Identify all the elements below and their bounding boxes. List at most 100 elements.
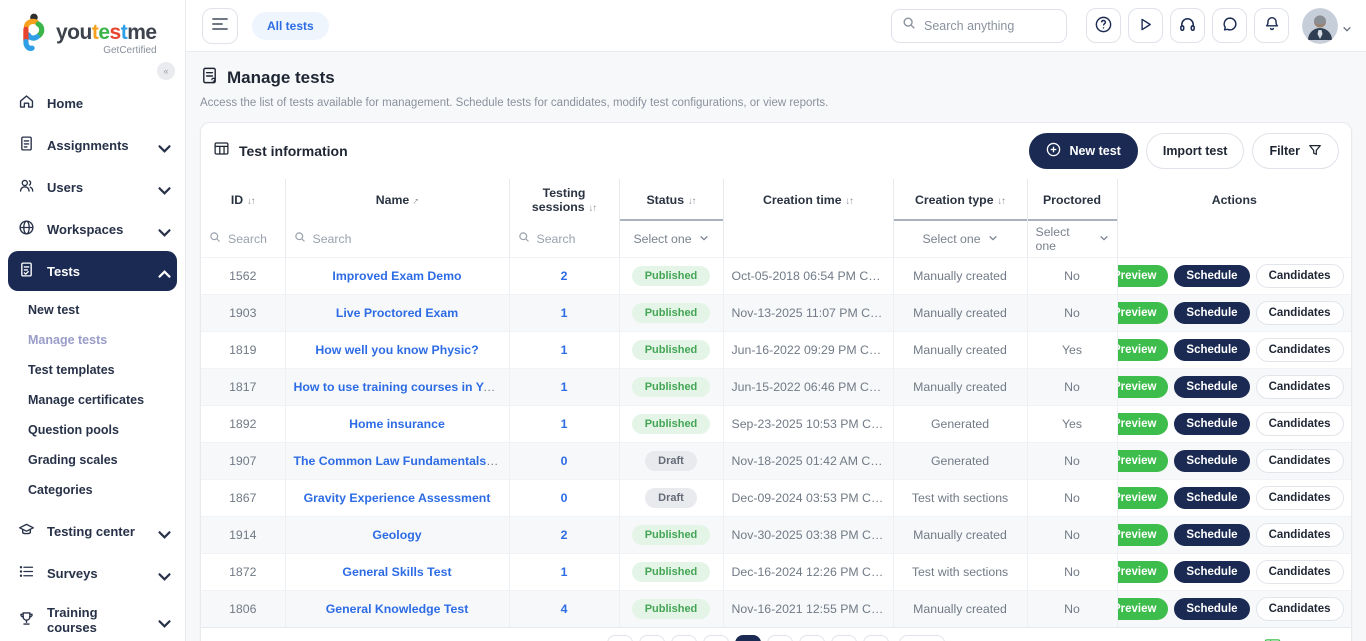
schedule-button[interactable]: Schedule: [1174, 450, 1250, 472]
column-header-name[interactable]: Name↑: [284, 179, 509, 221]
kebab-menu-button[interactable]: ⋮: [1350, 268, 1351, 285]
test-name-link[interactable]: How well you know Physic?: [315, 343, 478, 357]
new-test-button[interactable]: New test: [1029, 133, 1138, 169]
sidebar-item-surveys[interactable]: Surveys: [8, 553, 177, 593]
sidebar-subitem-manage-certificates[interactable]: Manage certificates: [0, 385, 185, 415]
brand-logo[interactable]: youtestme GetCertified: [0, 12, 185, 59]
first-page-button[interactable]: «: [607, 634, 634, 641]
kebab-menu-button[interactable]: ⋮: [1350, 490, 1351, 507]
preview-button[interactable]: Preview: [1118, 561, 1169, 583]
preview-button[interactable]: Preview: [1118, 339, 1169, 361]
previous-page-button[interactable]: ‹: [639, 634, 666, 641]
column-header-creation_time[interactable]: Creation time ↓↑: [722, 179, 893, 221]
import-test-button[interactable]: Import test: [1145, 133, 1245, 169]
schedule-button[interactable]: Schedule: [1174, 265, 1250, 287]
page-button-5[interactable]: 5: [799, 634, 826, 641]
sidebar-item-tests[interactable]: Tests: [8, 251, 177, 291]
preview-button[interactable]: Preview: [1118, 487, 1169, 509]
preview-button[interactable]: Preview: [1118, 413, 1169, 435]
filter-search-input-sessions[interactable]: [536, 232, 611, 246]
test-name-link[interactable]: How to use training courses in YouTestMe: [294, 380, 510, 394]
filter-select-status[interactable]: Select one: [628, 232, 715, 246]
sessions-count-link[interactable]: 1: [561, 380, 568, 394]
sessions-count-link[interactable]: 1: [561, 306, 568, 320]
page-button-3[interactable]: 3: [735, 634, 762, 641]
column-header-creation_type[interactable]: Creation type ↓↑: [892, 179, 1027, 221]
global-search-input[interactable]: [924, 18, 1056, 33]
sessions-count-link[interactable]: 1: [561, 565, 568, 579]
candidates-button[interactable]: Candidates: [1255, 301, 1344, 325]
sessions-count-link[interactable]: 0: [561, 454, 568, 468]
sessions-count-link[interactable]: 1: [561, 343, 568, 357]
kebab-menu-button[interactable]: ⋮: [1350, 416, 1351, 433]
kebab-menu-button[interactable]: ⋮: [1350, 527, 1351, 544]
schedule-button[interactable]: Schedule: [1174, 598, 1250, 620]
sessions-count-link[interactable]: 4: [561, 602, 568, 616]
candidates-button[interactable]: Candidates: [1255, 412, 1344, 436]
sessions-count-link[interactable]: 0: [561, 491, 568, 505]
next-page-button[interactable]: ›: [831, 634, 858, 641]
sidebar-subitem-manage-tests[interactable]: Manage tests: [0, 325, 185, 355]
notifications-button[interactable]: [1254, 8, 1289, 43]
page-button-2[interactable]: 2: [703, 634, 730, 641]
messages-button[interactable]: [1212, 8, 1247, 43]
sidebar-item-training-courses[interactable]: Training courses: [8, 595, 177, 641]
filter-search-input-id[interactable]: [228, 232, 277, 246]
preview-button[interactable]: Preview: [1118, 524, 1169, 546]
candidates-button[interactable]: Candidates: [1255, 523, 1344, 547]
test-name-link[interactable]: The Common Law Fundamentals Assess...: [294, 454, 510, 468]
sidebar-item-workspaces[interactable]: Workspaces: [8, 209, 177, 249]
schedule-button[interactable]: Schedule: [1174, 302, 1250, 324]
user-menu[interactable]: [1302, 7, 1352, 44]
global-search[interactable]: [891, 8, 1067, 43]
candidates-button[interactable]: Candidates: [1255, 264, 1344, 288]
kebab-menu-button[interactable]: ⋮: [1350, 342, 1351, 359]
test-name-link[interactable]: Live Proctored Exam: [336, 306, 458, 320]
sidebar-subitem-grading-scales[interactable]: Grading scales: [0, 445, 185, 475]
tutorial-button[interactable]: [1128, 8, 1163, 43]
sessions-count-link[interactable]: 1: [561, 417, 568, 431]
column-header-sessions[interactable]: Testing sessions ↓↑: [508, 179, 619, 221]
schedule-button[interactable]: Schedule: [1174, 376, 1250, 398]
kebab-menu-button[interactable]: ⋮: [1350, 453, 1351, 470]
preview-button[interactable]: Preview: [1118, 302, 1169, 324]
kebab-menu-button[interactable]: ⋮: [1350, 379, 1351, 396]
preview-button[interactable]: Preview: [1118, 376, 1169, 398]
test-name-link[interactable]: General Skills Test: [342, 565, 451, 579]
candidates-button[interactable]: Candidates: [1255, 375, 1344, 399]
schedule-button[interactable]: Schedule: [1174, 339, 1250, 361]
kebab-menu-button[interactable]: ⋮: [1350, 564, 1351, 581]
preview-button[interactable]: Preview: [1118, 450, 1169, 472]
sessions-count-link[interactable]: 2: [561, 528, 568, 542]
breadcrumb-all-tests[interactable]: All tests: [252, 11, 329, 40]
candidates-button[interactable]: Candidates: [1255, 560, 1344, 584]
column-header-id[interactable]: ID ↓↑: [201, 179, 285, 221]
sidebar-subitem-categories[interactable]: Categories: [0, 475, 185, 505]
last-page-button[interactable]: »: [863, 634, 890, 641]
test-name-link[interactable]: Geology: [372, 528, 421, 542]
preview-button[interactable]: Preview: [1118, 265, 1169, 287]
sidebar-subitem-new-test[interactable]: New test: [0, 295, 185, 325]
column-header-status[interactable]: Status ↓↑: [618, 179, 723, 221]
schedule-button[interactable]: Schedule: [1174, 561, 1250, 583]
candidates-button[interactable]: Candidates: [1255, 597, 1344, 621]
candidates-button[interactable]: Candidates: [1255, 449, 1344, 473]
sessions-count-link[interactable]: 2: [561, 269, 568, 283]
sidebar-item-home[interactable]: Home: [8, 83, 177, 123]
sidebar-subitem-test-templates[interactable]: Test templates: [0, 355, 185, 385]
filter-select-proctored[interactable]: Select one: [1036, 225, 1109, 253]
candidates-button[interactable]: Candidates: [1255, 338, 1344, 362]
test-name-link[interactable]: Home insurance: [349, 417, 445, 431]
filter-button[interactable]: Filter: [1252, 133, 1339, 169]
schedule-button[interactable]: Schedule: [1174, 487, 1250, 509]
filter-select-creation_type[interactable]: Select one: [902, 232, 1019, 246]
test-name-link[interactable]: Gravity Experience Assessment: [304, 491, 491, 505]
schedule-button[interactable]: Schedule: [1174, 524, 1250, 546]
sidebar-item-assignments[interactable]: Assignments: [8, 125, 177, 165]
support-button[interactable]: [1170, 8, 1205, 43]
sidebar-subitem-question-pools[interactable]: Question pools: [0, 415, 185, 445]
menu-toggle-button[interactable]: [202, 7, 238, 44]
kebab-menu-button[interactable]: ⋮: [1350, 601, 1351, 618]
sidebar-item-users[interactable]: Users: [8, 167, 177, 207]
page-button-1[interactable]: 1: [671, 634, 698, 641]
